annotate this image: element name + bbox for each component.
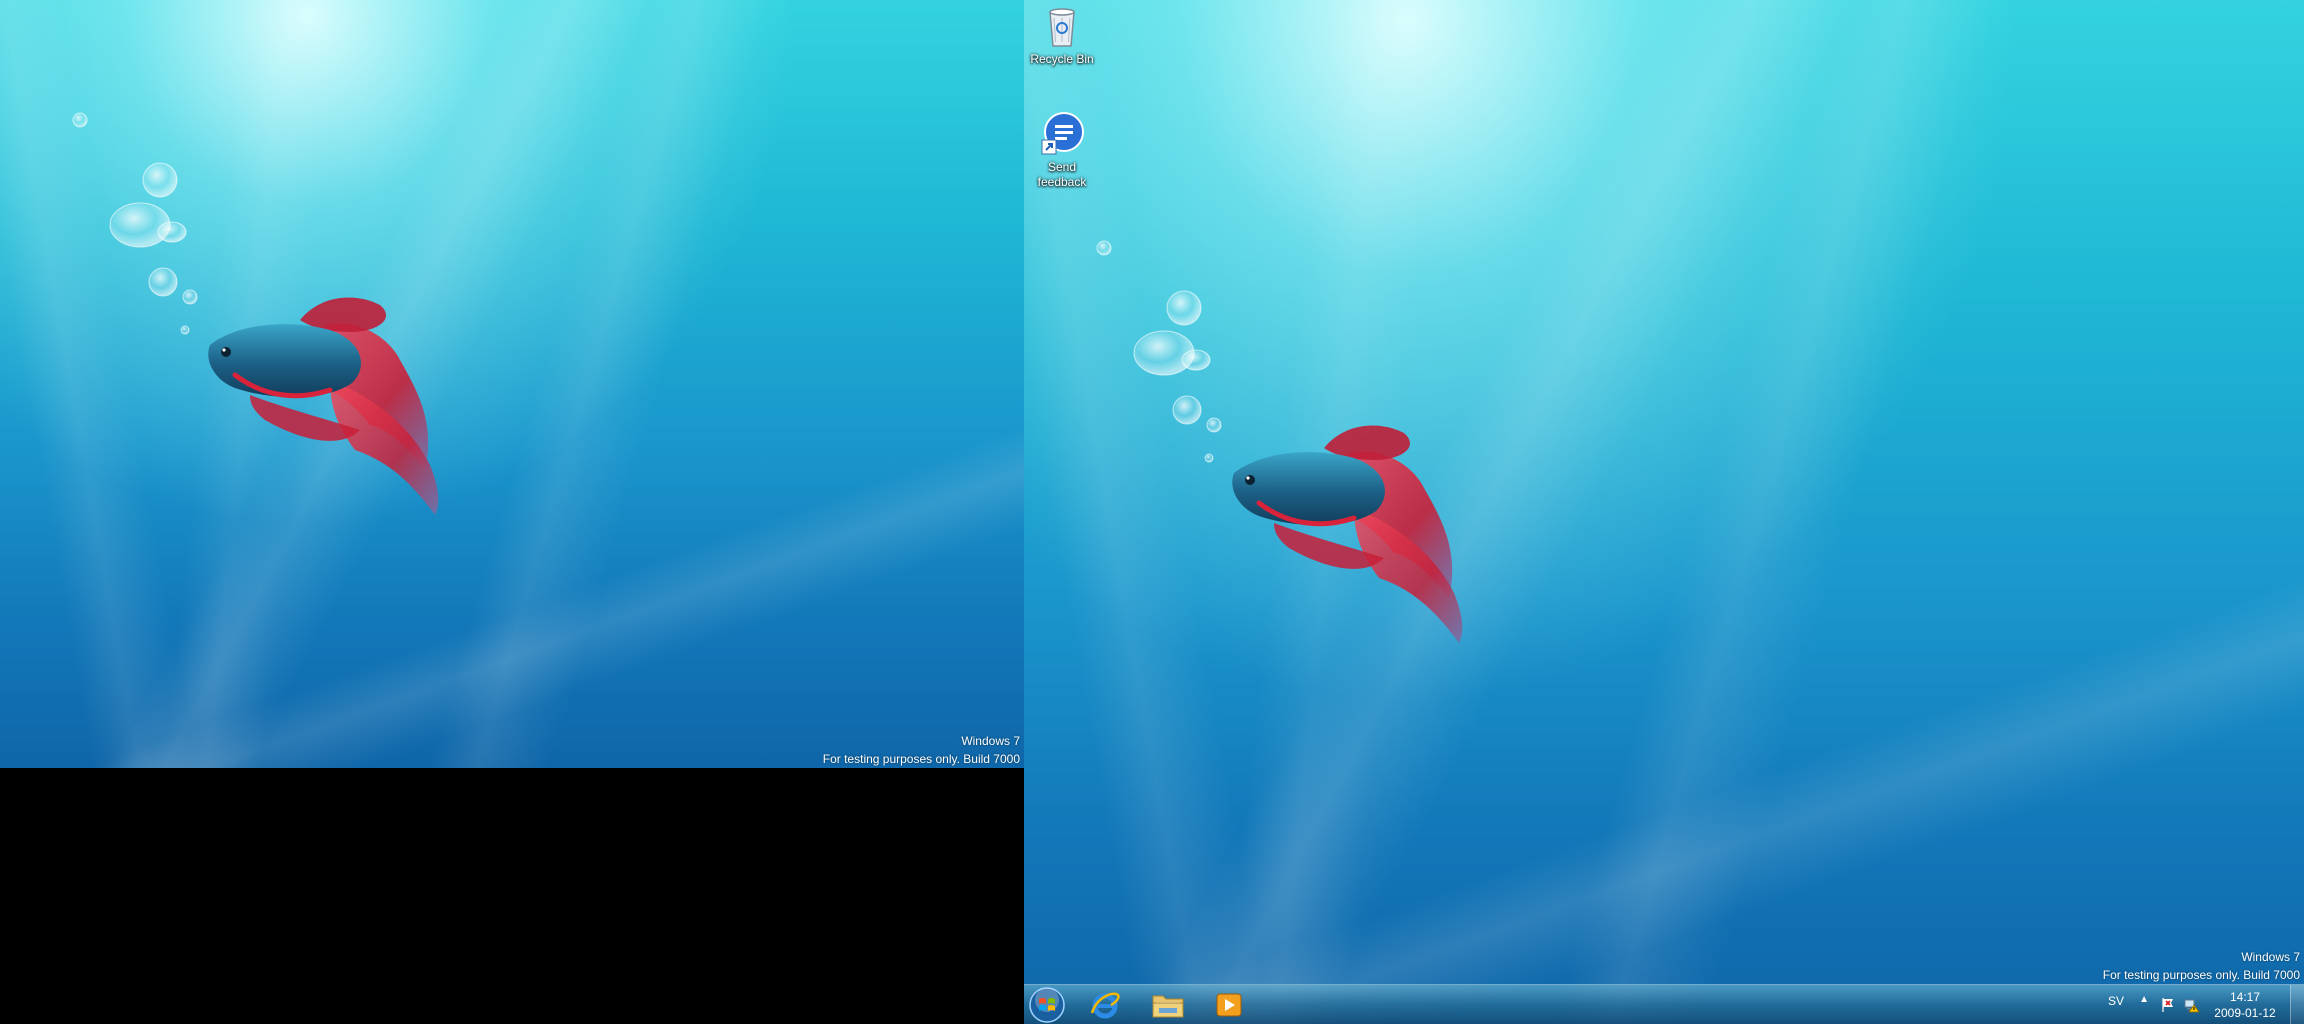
watermark: Windows 7 For testing purposes only. Bui…	[823, 732, 1020, 768]
system-clock[interactable]: 14:17 2009-01-12	[2210, 989, 2280, 1021]
betta-fish-wallpaper-art	[1024, 128, 1624, 728]
right-monitor-desktop: Recycle Bin Send feedback Windows 7 For …	[1024, 0, 2304, 1024]
watermark-line-2: For testing purposes only. Build 7000	[822, 752, 1020, 766]
windows-start-orb-icon	[1029, 987, 1065, 1023]
desktop-icon-label: Send feedback	[1037, 160, 1087, 189]
desktop-icon-recycle-bin[interactable]: Recycle Bin	[1024, 2, 1100, 67]
show-desktop-button[interactable]	[2290, 985, 2304, 1024]
watermark: Windows 7 For testing purposes only. Bui…	[2103, 948, 2300, 984]
betta-fish-wallpaper-art	[0, 0, 600, 600]
internet-explorer-icon	[1090, 992, 1120, 1019]
clock-time: 14:17	[2229, 990, 2261, 1004]
folder-icon	[1152, 995, 1184, 1018]
watermark-line-1: Windows 7	[2241, 950, 2300, 964]
notification-area: SV ▲ 14:17 2009-01-12	[2044, 985, 2304, 1024]
left-monitor-desktop: Windows 7 For testing purposes only. Bui…	[0, 0, 1024, 768]
taskbar: SV ▲ 14:17 2009-01-12	[1024, 984, 2304, 1024]
desktop-icon-label: Recycle Bin	[1030, 52, 1094, 66]
taskbar-pin-windows-media-player[interactable]	[1200, 985, 1258, 1024]
action-center-flag-icon[interactable]	[2160, 997, 2176, 1013]
watermark-line-2: For testing purposes only. Build 7000	[2102, 968, 2300, 982]
send-feedback-icon	[1038, 110, 1086, 158]
network-warning-icon[interactable]	[2184, 997, 2200, 1013]
desktop-icon-send-feedback[interactable]: Send feedback	[1024, 110, 1100, 190]
taskbar-pin-internet-explorer[interactable]	[1076, 985, 1134, 1024]
show-hidden-icons-arrow-icon[interactable]: ▲	[2139, 994, 2149, 1005]
clock-date: 2009-01-12	[2214, 1006, 2276, 1020]
language-indicator[interactable]: SV	[2108, 994, 2124, 1008]
watermark-line-1: Windows 7	[961, 734, 1020, 748]
media-player-icon	[1216, 993, 1242, 1017]
recycle-bin-icon	[1038, 2, 1086, 50]
taskbar-pin-windows-explorer[interactable]	[1139, 985, 1197, 1024]
start-button[interactable]	[1028, 986, 1066, 1024]
